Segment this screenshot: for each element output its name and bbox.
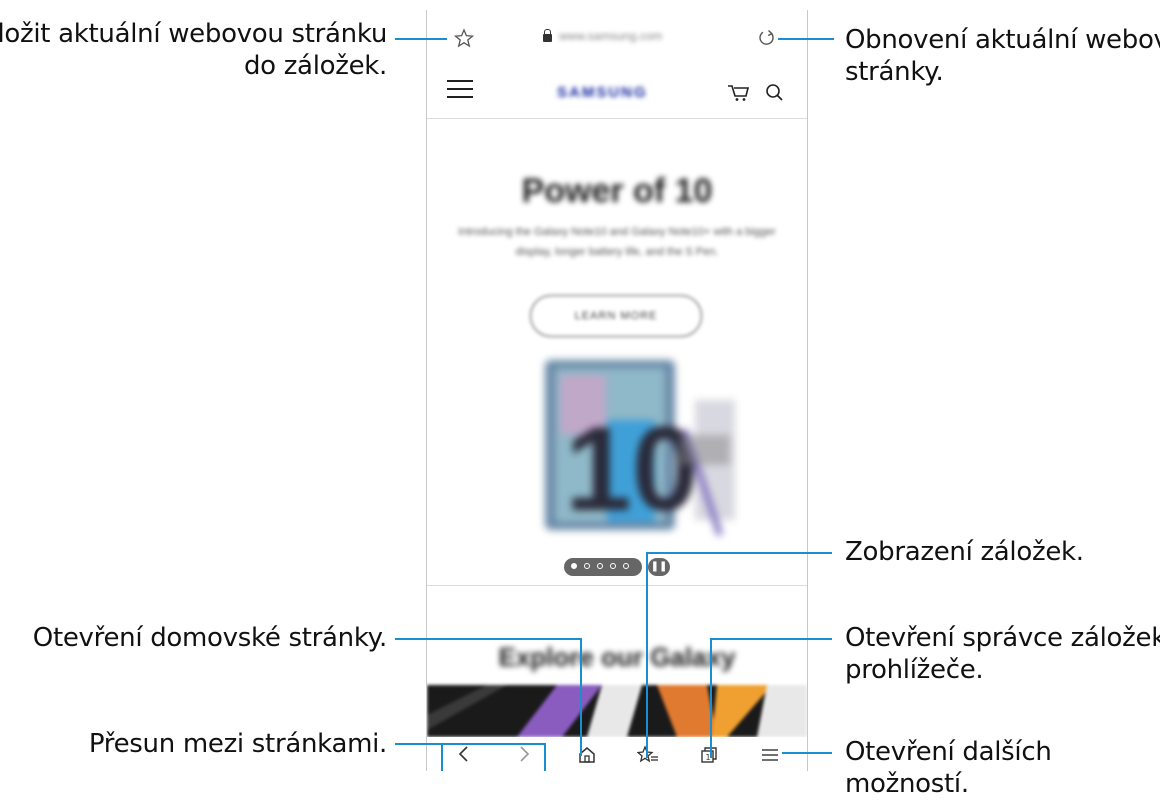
bookmarks-icon[interactable] <box>637 745 659 765</box>
forward-icon[interactable] <box>517 745 531 763</box>
url-text[interactable]: www.samsung.com <box>559 29 662 43</box>
callout-line-navigate <box>395 743 545 745</box>
cart-icon[interactable] <box>727 84 751 102</box>
callout-line-more <box>782 752 832 754</box>
product-numeral: 10 <box>565 402 698 536</box>
callout-line-home-v <box>580 638 582 756</box>
callout-line-navigate-v2 <box>544 743 546 771</box>
carousel-dot[interactable] <box>623 563 629 569</box>
callout-line-refresh <box>778 38 834 40</box>
callout-line-tabs <box>710 638 832 640</box>
banner-image <box>427 685 807 737</box>
callout-line-tabs-v <box>710 638 712 758</box>
pause-button[interactable]: ❚❚ <box>648 558 670 576</box>
learn-more-button[interactable]: LEARN MORE <box>530 295 702 337</box>
address-bar[interactable]: www.samsung.com <box>427 10 807 62</box>
explore-title: Explore our Galaxy <box>498 642 736 672</box>
carousel-dot[interactable] <box>584 563 590 569</box>
lock-icon <box>543 29 552 42</box>
carousel-indicator[interactable] <box>564 558 642 576</box>
section-divider <box>427 585 807 586</box>
carousel-dot[interactable] <box>610 563 616 569</box>
refresh-icon[interactable] <box>757 28 777 48</box>
search-icon[interactable] <box>765 83 785 103</box>
product-image: 10 <box>545 360 735 536</box>
carousel-dot[interactable] <box>571 563 577 569</box>
star-icon[interactable] <box>454 28 474 48</box>
tabs-icon[interactable]: 1 <box>699 745 719 765</box>
callout-bookmark-save: Uložit aktuální webovou stránku do zálož… <box>0 19 387 81</box>
callout-line-view-bookmarks-v <box>646 552 648 758</box>
callout-home: Otevření domovské stránky. <box>32 623 388 653</box>
callout-navigate: Přesun mezi stránkami. <box>88 729 387 759</box>
back-icon[interactable] <box>457 745 471 763</box>
callout-line-navigate-v1 <box>441 743 443 771</box>
hero-text: Introducing the Galaxy Note10 and Galaxy… <box>458 226 776 258</box>
callout-view-bookmarks: Zobrazení záložek. <box>845 537 1084 567</box>
hamburger-icon[interactable] <box>447 80 473 100</box>
hero-title: Power of 10 <box>521 172 713 210</box>
site-header: SAMSUNG <box>427 62 807 119</box>
carousel-dot[interactable] <box>597 563 603 569</box>
callout-line-view-bookmarks <box>646 552 832 554</box>
callout-tab-manager: Otevření správce záložek prohlížeče. <box>845 623 1160 685</box>
browser-screen: www.samsung.com SAMSUNG Power of 10 Intr… <box>426 10 808 771</box>
callout-line-bookmark <box>395 38 447 40</box>
callout-more-options: Otevření dalších možností. <box>845 737 1052 799</box>
menu-icon[interactable] <box>760 745 780 765</box>
callout-line-home <box>395 638 581 640</box>
callout-refresh: Obnovení aktuální webové stránky. <box>845 25 1160 87</box>
brand-logo[interactable]: SAMSUNG <box>557 84 648 101</box>
